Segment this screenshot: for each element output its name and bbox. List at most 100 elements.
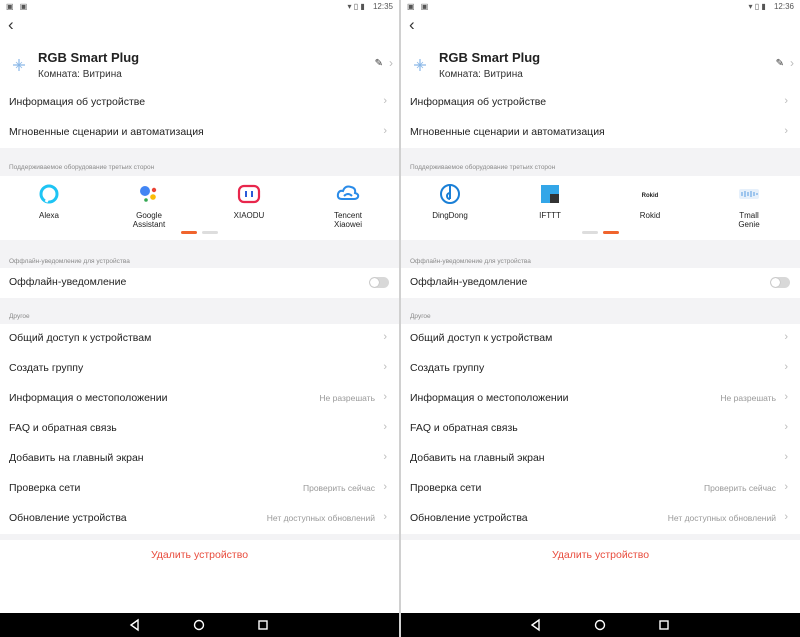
- row-label: Добавить на главный экран: [410, 452, 545, 464]
- section-title: Поддерживаемое оборудование третьих стор…: [410, 164, 556, 171]
- third-party-item[interactable]: IFTTT: [510, 182, 590, 220]
- row-label: Информация о местоположении: [410, 392, 569, 404]
- row-network-check[interactable]: Проверка сети Проверить сейчас ›: [0, 474, 399, 504]
- status-right: ▾ ▯ ▮ 12:36: [742, 2, 794, 11]
- home-nav-icon[interactable]: [593, 618, 607, 632]
- edit-icon[interactable]: ✎: [375, 58, 383, 69]
- third-party-carousel[interactable]: DingDong IFTTT Rokid Rokid Tmall Genie: [401, 176, 800, 240]
- notification-icons: ▣ ▣: [407, 2, 431, 11]
- chevron-right-icon: ›: [383, 361, 387, 373]
- row-create-group[interactable]: Создать группу ›: [0, 354, 399, 384]
- section-title: Поддерживаемое оборудование третьих стор…: [9, 164, 155, 171]
- dingdong-icon: [438, 182, 462, 206]
- row-faq-feedback[interactable]: FAQ и обратная связь ›: [401, 414, 800, 444]
- carousel-pager[interactable]: [401, 231, 800, 235]
- row-label: Обновление устройства: [9, 512, 127, 524]
- row-device-update[interactable]: Обновление устройства Нет доступных обно…: [401, 504, 800, 534]
- chevron-right-icon: ›: [383, 421, 387, 433]
- device-room: Комната: Витрина: [439, 69, 523, 80]
- row-share-devices[interactable]: Общий доступ к устройствам ›: [401, 324, 800, 354]
- third-party-item[interactable]: Alexa: [9, 182, 89, 220]
- edit-icon[interactable]: ✎: [776, 58, 784, 69]
- screen-left: ▣ ▣ ▾ ▯ ▮ 12:35 ‹ RGB Smart Plug Комната…: [0, 0, 399, 637]
- pager-dot[interactable]: [181, 231, 197, 234]
- delete-label: Удалить устройство: [551, 549, 650, 561]
- row-device-update[interactable]: Обновление устройства Нет доступных обно…: [0, 504, 399, 534]
- row-add-home-screen[interactable]: Добавить на главный экран ›: [401, 444, 800, 474]
- chevron-right-icon: ›: [383, 95, 387, 107]
- third-party-item[interactable]: Tmall Genie: [709, 182, 789, 229]
- home-nav-icon[interactable]: [192, 618, 206, 632]
- third-party-name: Google Assistant: [132, 211, 166, 229]
- android-nav-bar: [0, 613, 399, 637]
- row-label: Информация об устройстве: [410, 96, 547, 108]
- chevron-right-icon: ›: [784, 451, 788, 463]
- section-title: Оффлайн-уведомление для устройства: [410, 258, 531, 265]
- back-icon[interactable]: ‹: [8, 16, 14, 33]
- chevron-right-icon: ›: [383, 511, 387, 523]
- section-title: Другое: [9, 313, 30, 320]
- device-header[interactable]: RGB Smart Plug Комната: Витрина ✎ ›: [401, 44, 800, 84]
- third-party-item[interactable]: Rokid Rokid: [610, 182, 690, 220]
- rokid-icon: Rokid: [638, 182, 662, 206]
- recents-nav-icon[interactable]: [256, 618, 270, 632]
- android-nav-bar: [401, 613, 800, 637]
- row-value: Нет доступных обновлений: [667, 513, 776, 523]
- row-device-info[interactable]: Информация об устройстве ›: [401, 88, 800, 118]
- third-party-name: Tencent Xiaowei: [333, 211, 363, 229]
- status-right: ▾ ▯ ▮ 12:35: [341, 2, 393, 11]
- row-offline-notification: Оффлайн-уведомление: [0, 268, 399, 298]
- pager-dot[interactable]: [202, 231, 218, 234]
- chevron-right-icon: ›: [784, 421, 788, 433]
- row-faq-feedback[interactable]: FAQ и обратная связь ›: [0, 414, 399, 444]
- system-icons: ▾ ▯ ▮: [347, 2, 365, 11]
- status-bar: ▣ ▣ ▾ ▯ ▮ 12:36: [401, 0, 800, 14]
- row-value: Не разрешать: [720, 393, 776, 403]
- delete-device-button[interactable]: Удалить устройство: [0, 540, 399, 572]
- svg-text:Rokid: Rokid: [642, 193, 659, 199]
- back-nav-icon[interactable]: [128, 618, 142, 632]
- row-label: Мгновенные сценарии и автоматизация: [9, 126, 204, 138]
- back-icon[interactable]: ‹: [409, 16, 415, 33]
- third-party-name: IFTTT: [539, 211, 561, 220]
- row-scenes-automation[interactable]: Мгновенные сценарии и автоматизация ›: [0, 118, 399, 148]
- row-share-devices[interactable]: Общий доступ к устройствам ›: [0, 324, 399, 354]
- row-label: Общий доступ к устройствам: [410, 332, 553, 344]
- delete-device-button[interactable]: Удалить устройство: [401, 540, 800, 572]
- third-party-name: Alexa: [38, 211, 59, 220]
- toggle-knob: [771, 278, 780, 287]
- row-value: Не разрешать: [319, 393, 375, 403]
- row-label: Оффлайн-уведомление: [410, 276, 528, 288]
- third-party-carousel[interactable]: Alexa Google Assistant XIAODU Tencent Xiao…: [0, 176, 399, 240]
- back-nav-icon[interactable]: [529, 618, 543, 632]
- carousel-pager[interactable]: [0, 231, 399, 235]
- third-party-item[interactable]: Tencent Xiaowei: [308, 182, 388, 229]
- delete-label: Удалить устройство: [150, 549, 249, 561]
- row-label: Обновление устройства: [410, 512, 528, 524]
- pager-dot[interactable]: [603, 231, 619, 234]
- third-party-item[interactable]: Google Assistant: [109, 182, 189, 229]
- chevron-right-icon: ›: [383, 125, 387, 137]
- pager-dot[interactable]: [582, 231, 598, 234]
- device-header[interactable]: RGB Smart Plug Комната: Витрина ✎ ›: [0, 44, 399, 84]
- third-party-name: Rokid: [639, 211, 661, 220]
- third-party-item[interactable]: XIAODU: [209, 182, 289, 220]
- row-network-check[interactable]: Проверка сети Проверить сейчас ›: [401, 474, 800, 504]
- offline-toggle[interactable]: [770, 277, 790, 288]
- recents-nav-icon[interactable]: [657, 618, 671, 632]
- toggle-knob: [370, 278, 379, 287]
- third-party-item[interactable]: DingDong: [410, 182, 490, 220]
- row-scenes-automation[interactable]: Мгновенные сценарии и автоматизация ›: [401, 118, 800, 148]
- row-label: Информация об устройстве: [9, 96, 146, 108]
- alexa-icon: [37, 182, 61, 206]
- row-label: FAQ и обратная связь: [9, 422, 117, 434]
- offline-toggle[interactable]: [369, 277, 389, 288]
- row-add-home-screen[interactable]: Добавить на главный экран ›: [0, 444, 399, 474]
- device-icon: [414, 59, 426, 71]
- notification-icons: ▣ ▣: [6, 2, 30, 11]
- row-location-info[interactable]: Информация о местоположении Не разрешать…: [401, 384, 800, 414]
- row-location-info[interactable]: Информация о местоположении Не разрешать…: [0, 384, 399, 414]
- row-create-group[interactable]: Создать группу ›: [401, 354, 800, 384]
- chevron-right-icon: ›: [784, 481, 788, 493]
- row-device-info[interactable]: Информация об устройстве ›: [0, 88, 399, 118]
